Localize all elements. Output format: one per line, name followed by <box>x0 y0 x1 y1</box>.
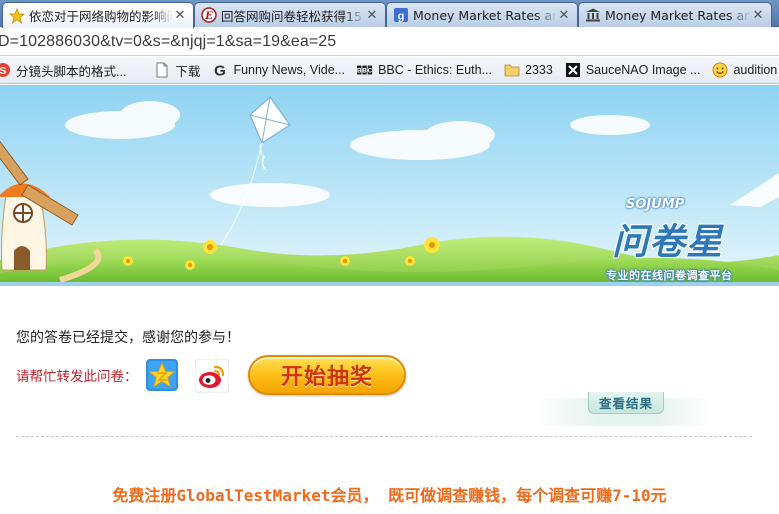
tab-title: Money Market Rates an <box>413 7 557 23</box>
bookmark-audition[interactable]: audition <box>712 59 779 81</box>
folder-icon <box>504 62 520 78</box>
thanks-message: 您的答卷已经提交，感谢您的参与！ <box>16 330 240 346</box>
bookmark-label: 分镜头脚本的格式... <box>16 64 127 79</box>
divider <box>16 436 752 437</box>
tab-answer-survey[interactable]: E 回答网购问卷轻松获得15 ✕ <box>194 2 386 27</box>
google-icon: g <box>393 7 409 23</box>
tab-title: Money Market Rates an <box>605 7 751 23</box>
view-results-label: 查看结果 <box>598 396 653 411</box>
brand-en: SOJUMP <box>626 197 685 212</box>
weibo-share-icon[interactable] <box>194 358 230 394</box>
page-icon <box>154 62 170 78</box>
promo-link[interactable]: 免费注册GlobalTestMarket会员， 既可做调查赚钱，每个调查可赚7-… <box>112 486 666 505</box>
bookmark-label: BBC - Ethics: Euth... <box>378 63 493 77</box>
svg-text:S: S <box>0 66 7 77</box>
qzone-share-icon[interactable] <box>146 359 178 391</box>
bookmark-funny-news[interactable]: G Funny News, Vide... <box>212 59 351 81</box>
s-logo-icon: S <box>0 62 11 78</box>
svg-text:B: B <box>357 68 362 75</box>
svg-text:B: B <box>362 68 367 75</box>
start-lottery-button[interactable]: 开始抽奖 <box>248 355 406 395</box>
saucenao-icon <box>565 62 581 78</box>
submission-panel: 您的答卷已经提交，感谢您的参与！ 请帮忙转发此问卷： 开始抽奖 查看结果 免费注… <box>0 286 779 514</box>
svg-text:g: g <box>398 11 405 23</box>
sojump-banner: SOJUMP 问卷星 专业的在线问卷调查平台 <box>0 85 779 286</box>
e-logo-icon: E <box>201 7 217 23</box>
bookmark-saucenao[interactable]: SauceNAO Image ... <box>565 59 707 81</box>
bbc-icon: BBC <box>357 62 373 78</box>
promo-banner: 免费注册GlobalTestMarket会员， 既可做调查赚钱，每个调查可赚7-… <box>0 482 779 506</box>
smiley-icon <box>712 62 728 78</box>
bookmarks-bar: S 分镜头脚本的格式... 下载 G Funny News, Vide... B… <box>0 57 779 84</box>
svg-text:E: E <box>204 11 213 22</box>
bookmark-label: audition <box>733 63 778 77</box>
address-bar[interactable]: D=102886030&tv=0&s=&njqj=1&sa=19&ea=25 <box>0 28 779 56</box>
svg-text:G: G <box>215 63 227 79</box>
close-icon[interactable]: ✕ <box>173 8 187 23</box>
bookmark-label: SauceNAO Image ... <box>585 63 701 77</box>
share-label: 请帮忙转发此问卷： <box>16 369 138 385</box>
brand-logo[interactable]: 问卷星 <box>611 213 723 265</box>
close-icon[interactable]: ✕ <box>557 8 571 23</box>
bookmark-bbc-ethics[interactable]: BBC BBC - Ethics: Euth... <box>357 59 498 81</box>
start-lottery-label: 开始抽奖 <box>280 365 373 390</box>
bookmark-label: Funny News, Vide... <box>233 63 346 77</box>
close-icon[interactable]: ✕ <box>751 8 765 23</box>
bookmark-storyboard[interactable]: S 分镜头脚本的格式... <box>0 59 132 81</box>
bookmark-label: 2333 <box>525 63 553 77</box>
view-results-button[interactable]: 查看结果 <box>588 392 664 414</box>
bank-icon <box>585 7 601 23</box>
tab-survey[interactable]: 依恋对于网络购物的影响问卷 ✕ <box>2 2 194 28</box>
google-g-icon: G <box>212 62 228 79</box>
tab-money-market-2[interactable]: Money Market Rates an ✕ <box>578 2 772 27</box>
tab-title: 依恋对于网络购物的影响问卷 <box>29 9 173 24</box>
brand-slogan: 专业的在线问卷调查平台 <box>606 269 733 282</box>
tab-money-market-1[interactable]: g Money Market Rates an ✕ <box>386 2 578 27</box>
bookmark-folder-2333[interactable]: 2333 <box>504 59 559 81</box>
bookmark-label: 下载 <box>175 64 201 79</box>
star-icon <box>9 7 25 24</box>
tab-strip: 依恋对于网络购物的影响问卷 ✕ E 回答网购问卷轻松获得15 ✕ g Money… <box>0 0 779 28</box>
close-icon[interactable]: ✕ <box>365 8 379 23</box>
tab-title: 回答网购问卷轻松获得15 <box>221 8 362 24</box>
svg-text:C: C <box>368 68 373 75</box>
address-text[interactable]: D=102886030&tv=0&s=&njqj=1&sa=19&ea=25 <box>0 33 336 51</box>
bookmark-download[interactable]: 下载 <box>154 59 206 81</box>
